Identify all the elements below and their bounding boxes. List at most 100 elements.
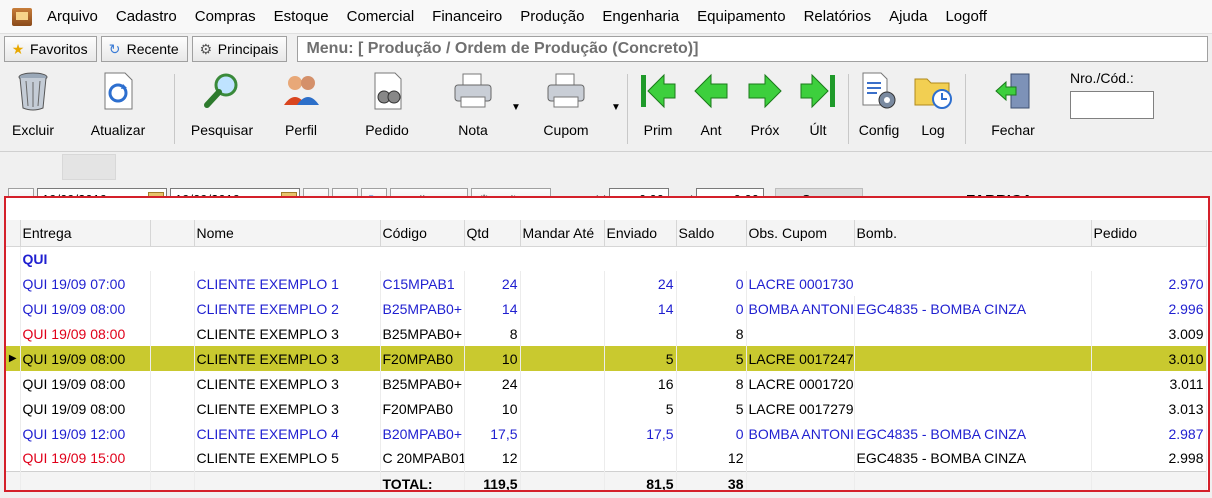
cell-mandar-ate: [520, 371, 605, 396]
refresh-icon: [97, 70, 139, 112]
table-row[interactable]: QUI 19/09 08:00 CLIENTE EXEMPLO 3 F20MPA…: [6, 396, 1207, 421]
cell-bomb: [854, 371, 1092, 396]
table-row[interactable]: QUI 19/09 15:00 CLIENTE EXEMPLO 5 C 20MP…: [6, 446, 1207, 471]
printer-icon: [452, 70, 494, 112]
menu-estoque[interactable]: Estoque: [265, 0, 338, 34]
cell-entrega: QUI 19/09 08:00: [20, 346, 151, 371]
total-saldo: 38: [676, 470, 747, 490]
total-qtd: 119,5: [464, 470, 521, 490]
row-indicator: [6, 246, 21, 271]
table-row[interactable]: QUI 19/09 08:00 CLIENTE EXEMPLO 3 B25MPA…: [6, 371, 1207, 396]
cell-mandar-ate: [520, 271, 605, 296]
column-header-enviado[interactable]: Enviado: [604, 220, 677, 247]
cell-blank: [150, 421, 195, 446]
menu-financeiro[interactable]: Financeiro: [423, 0, 511, 34]
menu-equipamento[interactable]: Equipamento: [688, 0, 794, 34]
atualizar-label: Atualizar: [90, 122, 146, 138]
column-header-codigo[interactable]: Código: [380, 220, 465, 247]
trash-icon: [12, 70, 54, 112]
cell-nome: CLIENTE EXEMPLO 3: [194, 321, 381, 346]
menu-logoff[interactable]: Logoff: [936, 0, 995, 34]
table-row[interactable]: QUI 19/09 07:00 CLIENTE EXEMPLO 1 C15MPA…: [6, 271, 1207, 296]
ult-label: Últ: [809, 122, 827, 138]
ant-button[interactable]: Ant: [684, 70, 738, 146]
previous-arrow-icon: [690, 70, 732, 112]
cell-obs-cupom: [746, 321, 855, 346]
menu-arquivo[interactable]: Arquivo: [38, 0, 107, 34]
cell-pedido: 3.013: [1091, 396, 1207, 421]
pedido-button[interactable]: Pedido: [337, 70, 437, 146]
menu-compras[interactable]: Compras: [186, 0, 265, 34]
cell-blank: [194, 470, 381, 490]
cell-mandar-ate: [520, 346, 605, 371]
column-header-pedido[interactable]: Pedido: [1091, 220, 1207, 247]
group-row[interactable]: QUI: [6, 246, 1207, 271]
prox-label: Próx: [750, 122, 780, 138]
prim-button[interactable]: Prim: [632, 70, 684, 146]
column-header-saldo[interactable]: Saldo: [676, 220, 747, 247]
column-header-nome[interactable]: Nome: [194, 220, 381, 247]
cell-blank: [746, 470, 855, 490]
toolbar-separator: [848, 74, 849, 144]
pesquisar-button[interactable]: Pesquisar: [179, 70, 265, 146]
cell-enviado: 5: [604, 346, 677, 371]
users-icon: [280, 70, 322, 112]
atualizar-button[interactable]: Atualizar: [66, 70, 170, 146]
perfil-button[interactable]: Perfil: [265, 70, 337, 146]
cell-codigo: F20MPAB0: [380, 346, 465, 371]
cell-enviado: 16: [604, 371, 677, 396]
tab-blank[interactable]: [62, 154, 116, 180]
cell-bomb: [854, 321, 1092, 346]
menu-comercial[interactable]: Comercial: [338, 0, 424, 34]
menu-cadastro[interactable]: Cadastro: [107, 0, 186, 34]
perfil-label: Perfil: [285, 122, 317, 138]
column-header-entrega[interactable]: Entrega: [20, 220, 151, 247]
pedido-label: Pedido: [365, 122, 409, 138]
cell-codigo: C 20MPAB01: [380, 446, 465, 471]
tab-strip: [0, 152, 1212, 182]
row-indicator: [6, 421, 21, 446]
table-row-selected[interactable]: ▶ QUI 19/09 08:00 CLIENTE EXEMPLO 3 F20M…: [6, 346, 1207, 371]
menu-relatorios[interactable]: Relatórios: [795, 0, 881, 34]
column-header-mandar-ate[interactable]: Mandar Até: [520, 220, 605, 247]
excluir-button[interactable]: Excluir: [0, 70, 66, 146]
nota-button[interactable]: Nota: [437, 70, 509, 146]
recente-button[interactable]: ↻ Recente: [100, 36, 188, 62]
cell-saldo: 0: [676, 271, 747, 296]
cell-saldo: 12: [676, 446, 747, 471]
column-header-blank[interactable]: [150, 220, 195, 247]
prox-button[interactable]: Próx: [738, 70, 792, 146]
column-header-qtd[interactable]: Qtd: [464, 220, 521, 247]
fechar-button[interactable]: Fechar: [970, 70, 1056, 146]
cell-blank: [20, 470, 151, 490]
log-folder-icon: [912, 70, 954, 112]
cell-entrega: QUI 19/09 08:00: [20, 321, 151, 346]
nota-dropdown-arrow[interactable]: ▼: [509, 102, 523, 113]
cupom-dropdown-arrow[interactable]: ▼: [609, 102, 623, 113]
row-indicator: [6, 321, 21, 346]
favoritos-button[interactable]: ★ Favoritos: [4, 36, 97, 62]
principais-button[interactable]: ⚙ Principais: [191, 36, 288, 62]
cell-entrega: QUI 19/09 08:00: [20, 396, 151, 421]
config-button[interactable]: Config: [853, 70, 905, 146]
cell-bomb: EGC4835 - BOMBA CINZA: [854, 421, 1092, 446]
principais-label: Principais: [217, 41, 279, 57]
cupom-button[interactable]: Cupom: [523, 70, 609, 146]
menu-bar: Arquivo Cadastro Compras Estoque Comerci…: [0, 0, 1212, 34]
column-header-bomb[interactable]: Bomb.: [854, 220, 1092, 247]
cell-obs-cupom: BOMBA ANTONI: [746, 421, 855, 446]
menu-engenharia[interactable]: Engenharia: [593, 0, 688, 34]
log-button[interactable]: Log: [905, 70, 961, 146]
menu-producao[interactable]: Produção: [511, 0, 593, 34]
nro-cod-input[interactable]: [1070, 91, 1154, 119]
menu-ajuda[interactable]: Ajuda: [880, 0, 936, 34]
ult-button[interactable]: Últ: [792, 70, 844, 146]
table-row[interactable]: QUI 19/09 08:00 CLIENTE EXEMPLO 3 B25MPA…: [6, 321, 1207, 346]
indicator-header: [6, 220, 21, 247]
table-row[interactable]: QUI 19/09 08:00 CLIENTE EXEMPLO 2 B25MPA…: [6, 296, 1207, 321]
cell-enviado: 14: [604, 296, 677, 321]
orders-grid: Entrega Nome Código Qtd Mandar Até Envia…: [4, 196, 1210, 492]
cell-blank: [520, 470, 605, 490]
column-header-obs-cupom[interactable]: Obs. Cupom: [746, 220, 855, 247]
table-row[interactable]: QUI 19/09 12:00 CLIENTE EXEMPLO 4 B20MPA…: [6, 421, 1207, 446]
